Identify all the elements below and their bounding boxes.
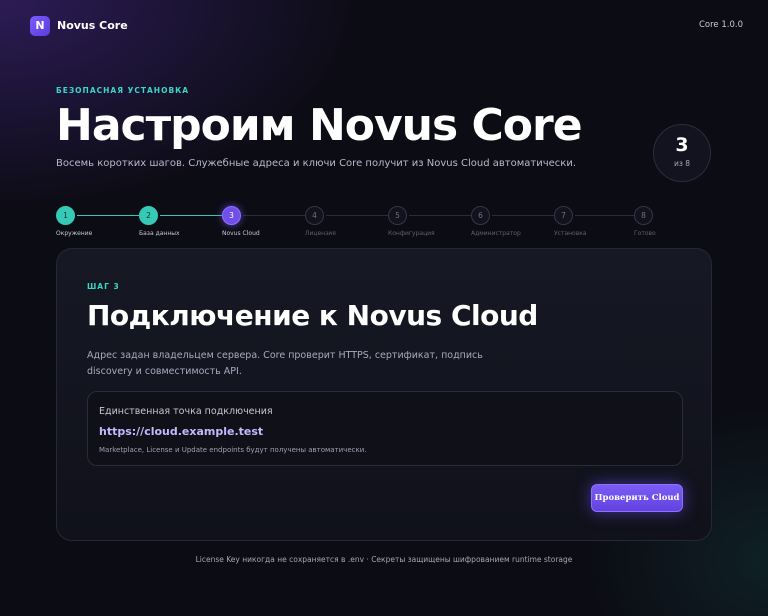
endpoint-note: Marketplace, License и Update endpoints … <box>99 446 367 454</box>
security-footer-note: License Key никогда не сохраняется в .en… <box>195 555 573 564</box>
stepper-connector <box>575 215 637 216</box>
stepper-step-number: 5 <box>388 206 407 225</box>
page-subtitle: Восемь коротких шагов. Служебные адреса … <box>56 158 576 169</box>
stepper-step-label: Конфигурация <box>388 230 435 237</box>
hero-eyebrow: БЕЗОПАСНАЯ УСТАНОВКА <box>56 86 190 95</box>
endpoint-label: Единственная точка подключения <box>99 406 273 417</box>
endpoint-url: https://cloud.example.test <box>99 425 264 438</box>
card-description: Адрес задан владельцем сервера. Core про… <box>87 350 483 377</box>
cloud-endpoint-box: Единственная точка подключения https://c… <box>87 391 683 466</box>
stepper-connector <box>409 215 471 216</box>
stepper-step-number: 1 <box>56 206 75 225</box>
page-title: Настроим Novus Core <box>56 100 583 151</box>
stepper-connector <box>243 215 305 216</box>
cloud-connection-card: ШАГ 3 Подключение к Novus Cloud Адрес за… <box>56 248 712 541</box>
stepper: 1 Окружение 2 База данных 3 Novus Cloud … <box>56 206 676 240</box>
stepper-step-label: Установка <box>554 230 587 237</box>
stepper-connector <box>160 215 222 216</box>
stepper-step-number: 8 <box>634 206 653 225</box>
stepper-step-number: 6 <box>471 206 490 225</box>
card-step-kicker: ШАГ 3 <box>87 282 120 291</box>
stepper-step-label: Novus Cloud <box>222 230 260 237</box>
stepper-step-number: 2 <box>139 206 158 225</box>
check-cloud-button[interactable]: Проверить Cloud <box>591 484 683 512</box>
stepper-step-label: База данных <box>139 230 180 237</box>
stepper-step-label: Готово <box>634 230 656 237</box>
stepper-step-label: Окружение <box>56 230 93 237</box>
app-logo-icon: N <box>30 16 50 36</box>
topbar: N Novus Core Core 1.0.0 <box>30 16 743 40</box>
stepper-connector <box>492 215 554 216</box>
stepper-step-number: 3 <box>222 206 241 225</box>
stepper-step-number: 7 <box>554 206 573 225</box>
stepper-step-label: Администратор <box>471 230 521 237</box>
card-heading: Подключение к Novus Cloud <box>87 299 538 332</box>
stepper-step-label: Лицензия <box>305 230 336 237</box>
stepper-connector <box>326 215 388 216</box>
step-counter: 3 из 8 <box>653 124 711 182</box>
stepper-step-number: 4 <box>305 206 324 225</box>
stepper-connector <box>77 215 139 216</box>
app-name: Novus Core <box>57 19 128 32</box>
step-counter-current: 3 <box>675 134 689 156</box>
app-version: Core 1.0.0 <box>698 20 743 30</box>
step-counter-total: из 8 <box>673 159 691 168</box>
